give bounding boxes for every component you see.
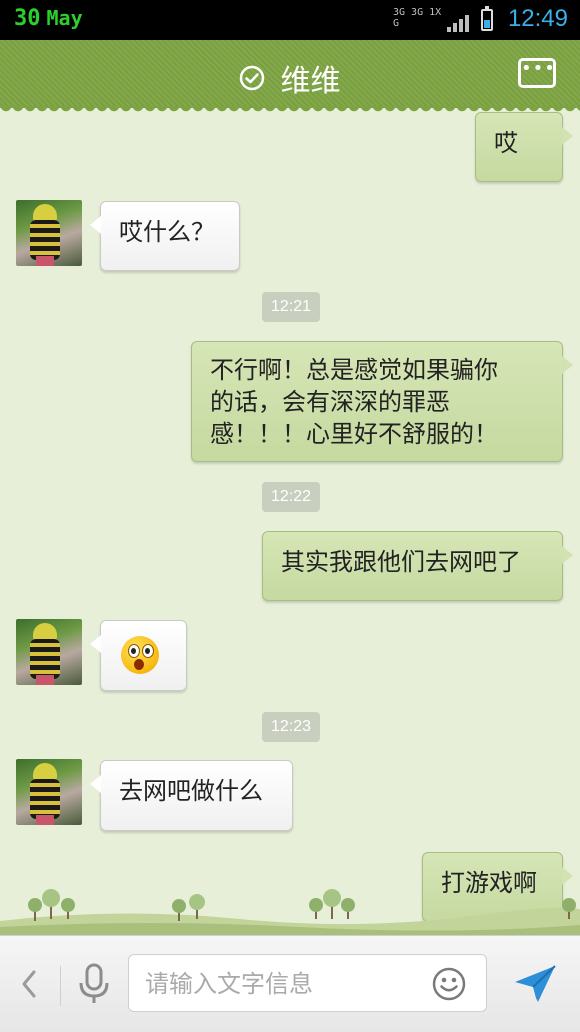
smiley-icon[interactable] (432, 967, 466, 1001)
message-input[interactable] (143, 963, 417, 1005)
message-text: 哎 (494, 129, 518, 157)
title-bar: 维维 ••• (0, 40, 580, 114)
outgoing-message[interactable]: 打游戏啊 (422, 852, 573, 922)
signal-icon (447, 14, 471, 32)
message-text: 其实我跟他们去网吧了 (281, 548, 521, 576)
more-icon: ••• (521, 58, 556, 79)
mic-icon (79, 963, 109, 1003)
message-timestamp: 12:23 (262, 712, 320, 742)
message-input-field[interactable] (128, 954, 487, 1012)
status-date: 30 May (14, 6, 83, 31)
check-circle-icon (240, 65, 265, 91)
status-month: May (46, 6, 83, 30)
divider (60, 966, 61, 1006)
input-bar (0, 935, 580, 1032)
avatar[interactable] (16, 200, 82, 266)
send-button[interactable] (512, 962, 558, 1006)
send-icon (515, 965, 556, 1002)
message-text-line: 不行啊！总是感觉如果骗你 (210, 356, 498, 384)
mic-button[interactable] (76, 962, 112, 1006)
avatar[interactable] (16, 759, 82, 825)
message-text: 去网吧做什么 (119, 777, 263, 805)
message-text: 哎什么？ (119, 218, 215, 246)
incoming-message[interactable] (90, 620, 187, 691)
status-bar: 30 May 3G 3G 1X G 12:49 (0, 0, 580, 40)
outgoing-message[interactable]: 其实我跟他们去网吧了 (262, 531, 573, 601)
incoming-message[interactable]: 去网吧做什么 (90, 760, 293, 831)
chat-area[interactable]: 哎 哎什么？ 12:21 不行啊！总是感觉如果骗你 的话，会有深深的罪恶 感！！… (0, 108, 580, 935)
message-timestamp: 12:22 (262, 482, 320, 512)
status-time: 12:49 (507, 5, 568, 32)
battery-icon (481, 6, 493, 31)
network-indicator: 3G 3G 1X G (393, 7, 442, 29)
more-button[interactable]: ••• (518, 58, 556, 88)
message-text-line: 感！！！心里好不舒服的！ (210, 420, 498, 448)
contact-name: 维维 (280, 64, 341, 99)
outgoing-message[interactable]: 哎 (475, 112, 573, 182)
message-timestamp: 12:21 (262, 292, 320, 322)
back-chevron-icon[interactable] (18, 966, 40, 1002)
outgoing-message[interactable]: 不行啊！总是感觉如果骗你 的话，会有深深的罪恶 感！！！心里好不舒服的！ (191, 341, 573, 462)
message-text-line: 的话，会有深深的罪恶 (210, 388, 450, 416)
avatar[interactable] (16, 619, 82, 685)
message-text: 打游戏啊 (441, 869, 537, 897)
incoming-message[interactable]: 哎什么？ (90, 201, 240, 271)
surprised-emoji-icon (121, 636, 159, 674)
status-day: 30 (14, 6, 41, 31)
